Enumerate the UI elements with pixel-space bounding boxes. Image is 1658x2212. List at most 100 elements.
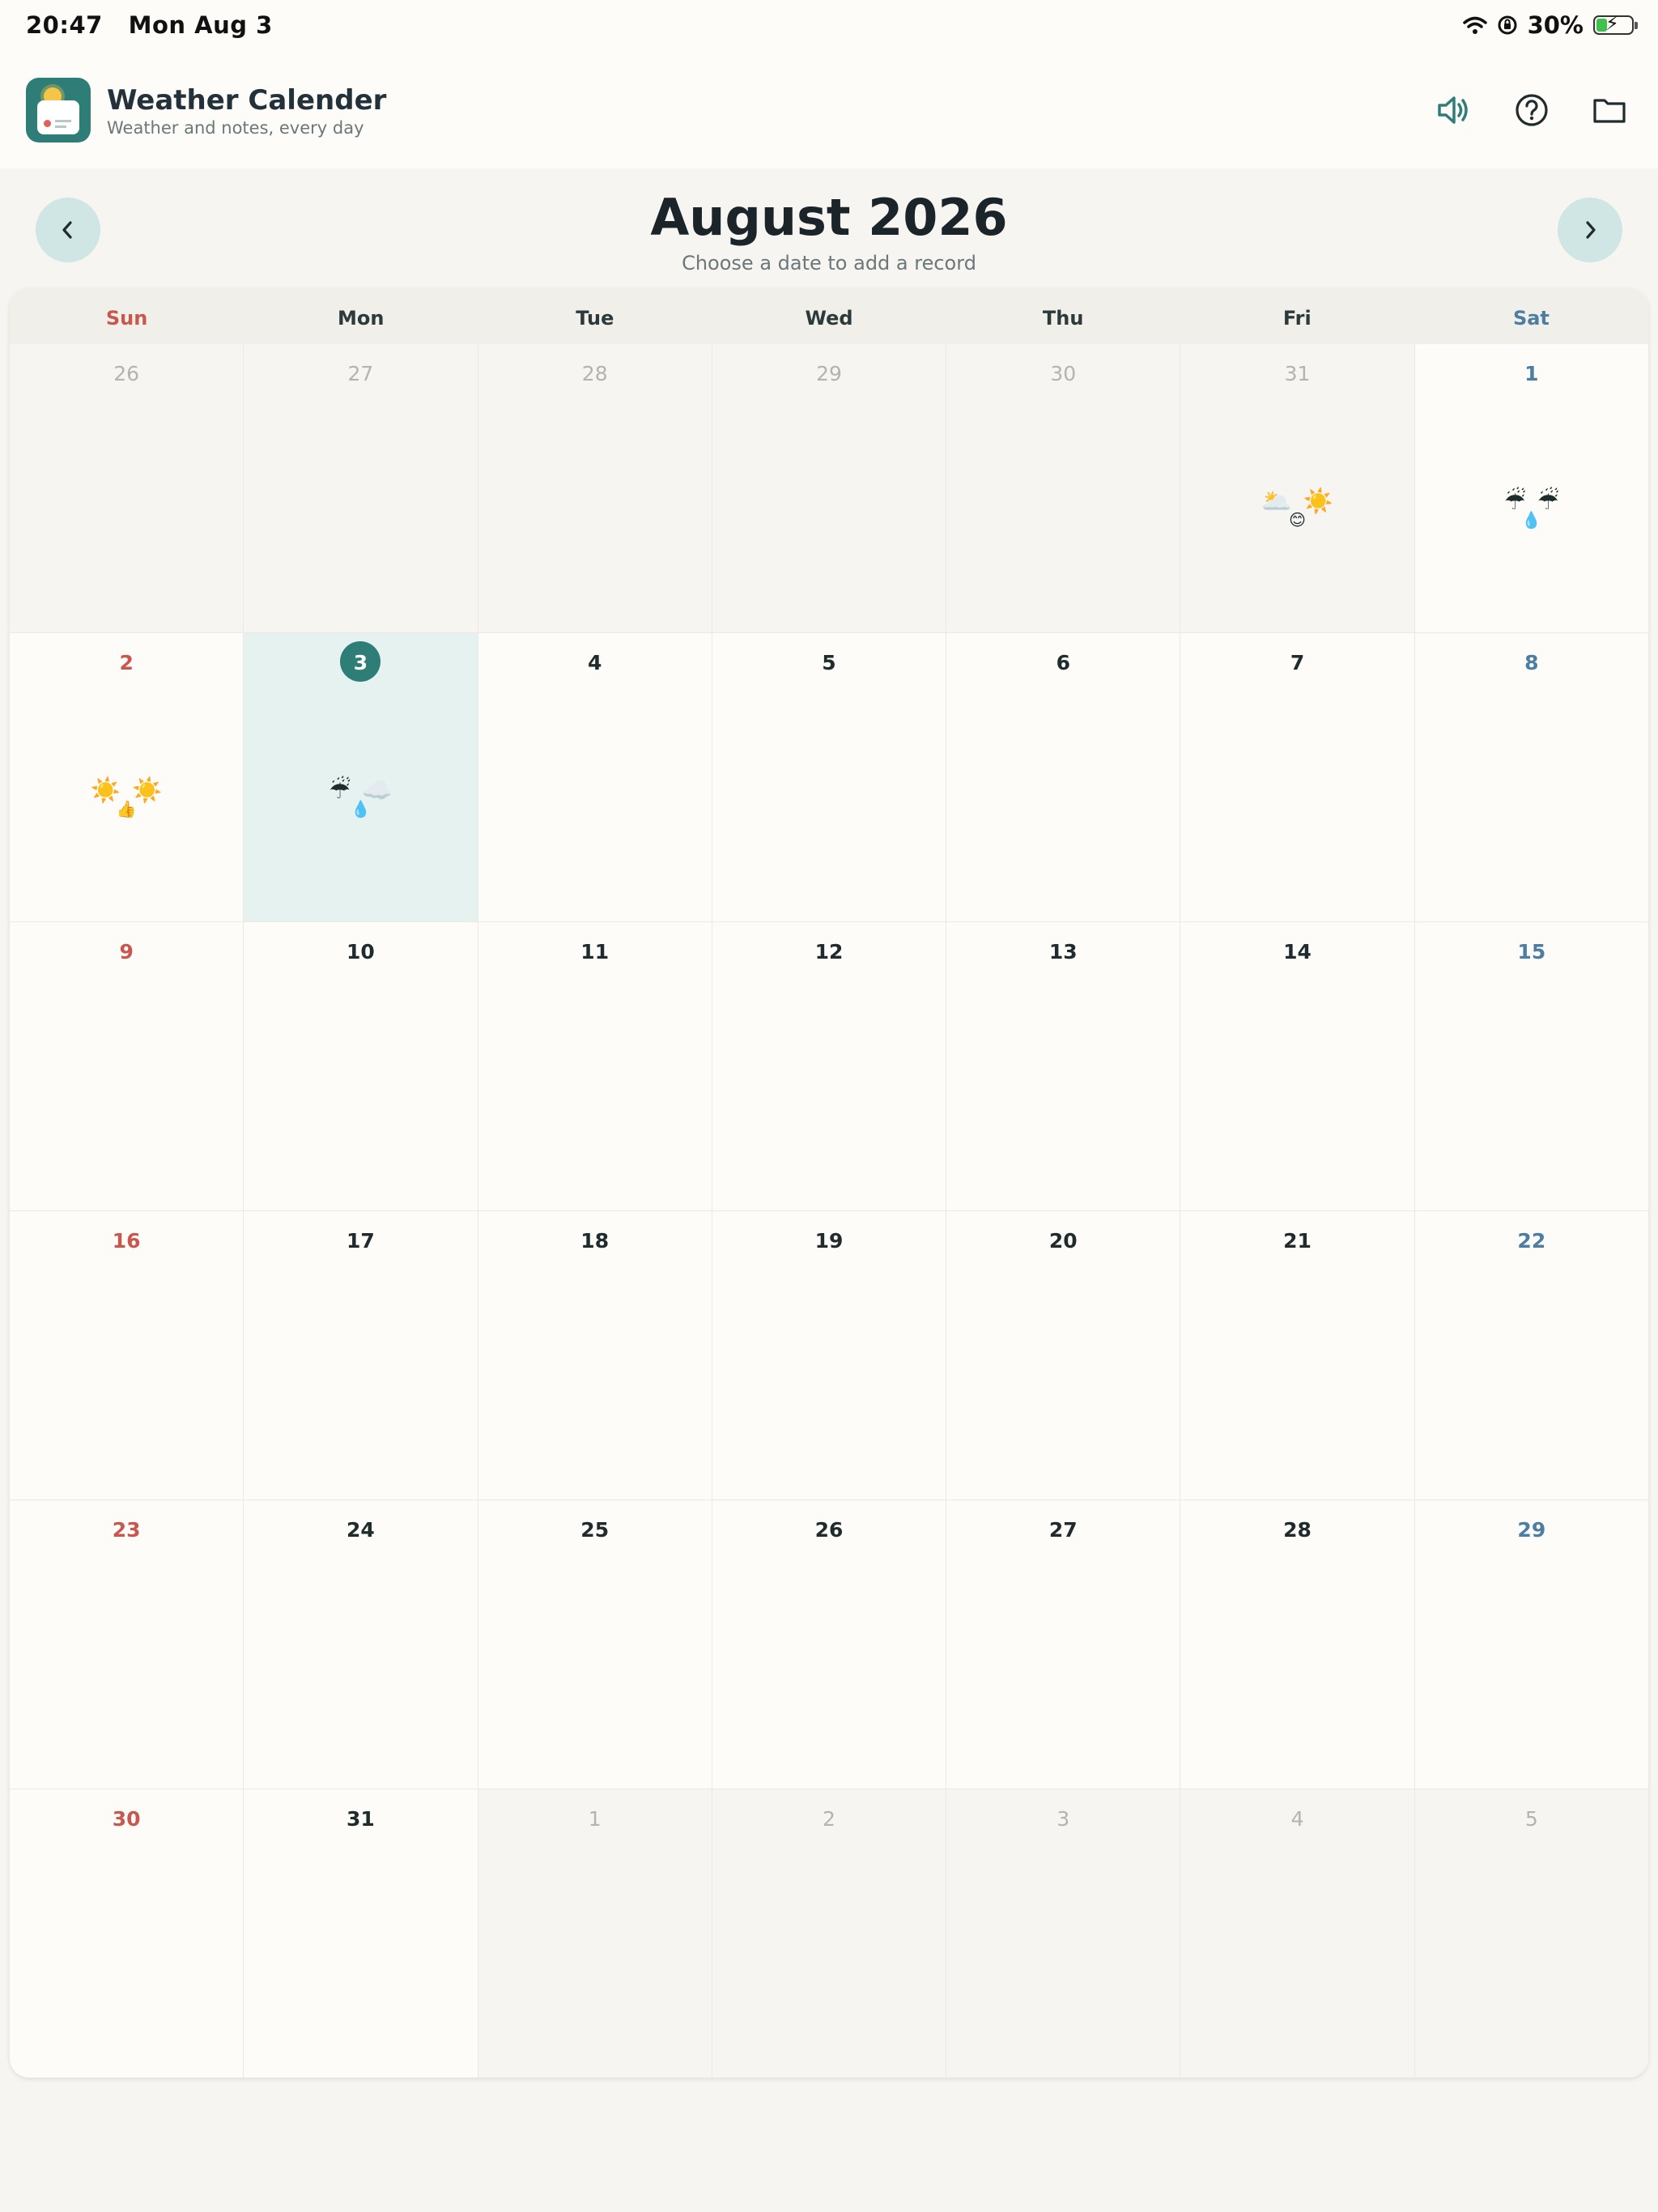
calendar-day[interactable]: 14 (1180, 922, 1415, 1211)
calendar-day[interactable]: 7 (1180, 633, 1415, 922)
day-number: 7 (1290, 651, 1305, 674)
calendar-day[interactable]: 4 (478, 633, 712, 922)
weather-record: ☔ ☁️ 💧 (244, 777, 477, 819)
day-number: 20 (1048, 1229, 1078, 1253)
calendar-day[interactable]: 17 (244, 1211, 478, 1500)
calendar-day[interactable]: 24 (244, 1500, 478, 1789)
day-number: 27 (347, 362, 374, 385)
calendar-day[interactable]: 1 (478, 1789, 712, 2078)
day-number: 28 (1283, 1518, 1312, 1542)
status-time: 20:47 Mon Aug 3 (26, 11, 273, 39)
day-number: 29 (1517, 1518, 1546, 1542)
day-number: 4 (1290, 1807, 1304, 1831)
day-number: 26 (113, 362, 140, 385)
calendar-day[interactable]: 28 (1180, 1500, 1415, 1789)
calendar-day[interactable]: 19 (712, 1211, 947, 1500)
calendar-grid: Sun Mon Tue Wed Thu Fri Sat 26 27 28 29 30 31… (10, 288, 1648, 2078)
chevron-right-icon (1586, 221, 1596, 239)
day-number: 30 (1050, 362, 1077, 385)
app-title: Weather Calender (107, 84, 387, 117)
calendar-day[interactable]: 21 (1180, 1211, 1415, 1500)
calendar-day[interactable]: 18 (478, 1211, 712, 1500)
mood-icon: 😊 (1289, 510, 1306, 530)
day-number: 17 (346, 1229, 375, 1253)
weekday-header: Sun Mon Tue Wed Thu Fri Sat (10, 288, 1648, 344)
mood-icon: 👍 (116, 799, 137, 819)
day-number: 8 (1524, 651, 1539, 674)
calendar-day[interactable]: 8 (1414, 633, 1648, 922)
calendar-day[interactable]: 1 ☔ ☔ 💧 (1414, 344, 1648, 633)
calendar-week-row: 9 10 11 12 13 14 15 (10, 922, 1648, 1211)
calendar-day[interactable]: 10 (244, 922, 478, 1211)
folder-button[interactable] (1587, 87, 1632, 133)
calendar-week-row: 23 24 25 26 27 28 29 (10, 1500, 1648, 1789)
weather-record: 🌥️ ☀️ 😊 (1180, 487, 1414, 530)
app-subtitle: Weather and notes, every day (107, 118, 364, 138)
calendar-day-today[interactable]: 3 ☔ ☁️ 💧 (244, 633, 478, 922)
day-number: 2 (823, 1807, 835, 1831)
weekday-label: Mon (337, 307, 385, 330)
calendar-day[interactable]: 26 (712, 1500, 947, 1789)
calendar-day[interactable]: 29 (712, 344, 947, 633)
weather-icon: ☀️ (1303, 487, 1333, 516)
calendar-day[interactable]: 30 (946, 344, 1181, 633)
calendar-day[interactable]: 31 (244, 1789, 478, 2078)
folder-icon (1593, 99, 1626, 123)
wifi-icon (1462, 16, 1487, 34)
calendar-day[interactable]: 13 (946, 922, 1181, 1211)
calendar-week-row: 2 ☀️ ☀️ 👍 3 ☔ ☁️ 💧 4 5 6 7 8 (10, 633, 1648, 922)
calendar-day[interactable]: 9 (10, 922, 244, 1211)
calendar-day[interactable]: 2 (712, 1789, 947, 2078)
weekday-label: Wed (805, 307, 853, 330)
day-number: 2 (119, 651, 134, 674)
weekday-label: Sat (1512, 307, 1550, 330)
weekday-label: Fri (1282, 307, 1312, 330)
calendar-day[interactable]: 23 (10, 1500, 244, 1789)
day-number: 4 (588, 651, 602, 674)
day-number: 31 (1284, 362, 1311, 385)
charging-bolt-icon: ⚡ (1605, 12, 1619, 35)
next-month-button[interactable] (1558, 198, 1622, 262)
calendar-day[interactable]: 16 (10, 1211, 244, 1500)
day-number: 30 (112, 1807, 141, 1831)
orientation-lock-icon (1498, 15, 1517, 35)
day-number: 5 (1524, 1807, 1538, 1831)
day-number: 11 (580, 940, 610, 963)
help-button[interactable] (1509, 87, 1554, 133)
calendar-day[interactable]: 27 (946, 1500, 1181, 1789)
calendar-day[interactable]: 11 (478, 922, 712, 1211)
calendar-day[interactable]: 31 🌥️ ☀️ 😊 (1180, 344, 1415, 633)
calendar-day[interactable]: 15 (1414, 922, 1648, 1211)
weekday-label: Tue (576, 307, 614, 330)
day-number: 1 (588, 1807, 602, 1831)
calendar-day[interactable]: 27 (244, 344, 478, 633)
calendar-day[interactable]: 4 (1180, 1789, 1415, 2078)
day-number: 6 (1056, 651, 1070, 674)
calendar-day[interactable]: 29 (1414, 1500, 1648, 1789)
day-number: 1 (1524, 362, 1539, 385)
calendar-week-row: 26 27 28 29 30 31 🌥️ ☀️ 😊 1 ☔ ☔ 💧 (10, 344, 1648, 633)
question-icon (1516, 94, 1548, 126)
calendar-day[interactable]: 30 (10, 1789, 244, 2078)
calendar-day[interactable]: 6 (946, 633, 1181, 922)
day-number: 10 (346, 940, 375, 963)
month-title: August 2026 (650, 188, 1008, 247)
calendar-day[interactable]: 26 (10, 344, 244, 633)
battery-percent: 30% (1527, 11, 1584, 39)
day-number: 26 (814, 1518, 844, 1542)
calendar-day[interactable]: 12 (712, 922, 947, 1211)
day-number: 25 (580, 1518, 610, 1542)
calendar-day[interactable]: 28 (478, 344, 712, 633)
calendar-day[interactable]: 5 (712, 633, 947, 922)
calendar-day[interactable]: 3 (946, 1789, 1181, 2078)
day-number: 13 (1048, 940, 1078, 963)
weather-record: ☀️ ☀️ 👍 (10, 777, 243, 819)
calendar-day[interactable]: 5 (1414, 1789, 1648, 2078)
calendar-day[interactable]: 20 (946, 1211, 1181, 1500)
sound-button[interactable] (1431, 87, 1477, 133)
calendar-day[interactable]: 2 ☀️ ☀️ 👍 (10, 633, 244, 922)
logo-calendar-icon (37, 100, 79, 134)
calendar-week-row: 30 31 1 2 3 4 5 (10, 1789, 1648, 2078)
calendar-day[interactable]: 25 (478, 1500, 712, 1789)
calendar-day[interactable]: 22 (1414, 1211, 1648, 1500)
